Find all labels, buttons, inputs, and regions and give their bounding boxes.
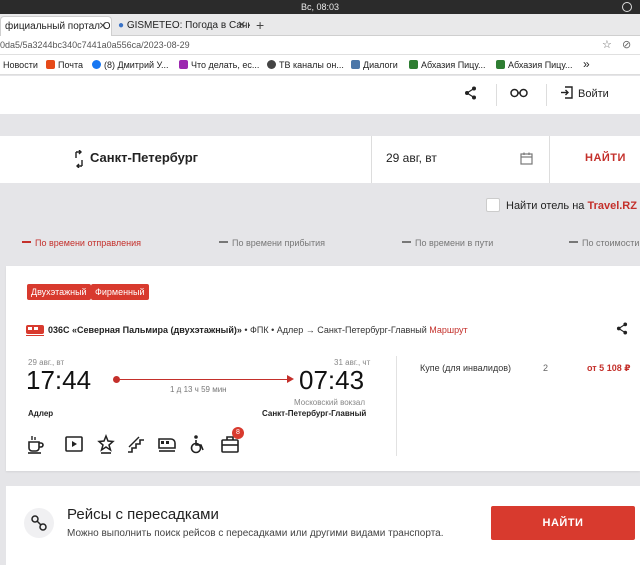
car-class[interactable]: Купе (для инвалидов) — [420, 363, 511, 373]
video-play-icon[interactable] — [64, 434, 84, 454]
divider — [546, 84, 547, 106]
transfers-subtitle: Можно выполнить поиск рейсов с пересадка… — [67, 528, 444, 539]
search-find-button[interactable]: НАЙТИ — [585, 152, 626, 164]
facebook-icon — [92, 60, 101, 69]
train-operator-route: • ФПК • Адлер → Санкт-Петербург-Главный — [241, 325, 430, 335]
badge-double-deck: Двухэтажный — [27, 284, 91, 300]
star-icon[interactable]: ☆ — [602, 36, 612, 55]
sort-by-arrival[interactable]: По времени прибытия — [219, 238, 325, 248]
bookmark-item[interactable]: (8) Дмитрий У... — [92, 55, 169, 75]
sort-indicator-icon — [569, 241, 578, 243]
bookmark-item[interactable]: Абхазия Пицу... — [409, 55, 485, 75]
sort-indicator-icon — [219, 241, 228, 243]
bookmark-item[interactable]: Что делать, ес... — [179, 55, 259, 75]
swap-icon[interactable] — [73, 149, 85, 173]
journey-timeline — [113, 375, 294, 383]
from-city-field[interactable]: Санкт-Петербург — [90, 150, 198, 165]
new-tab-button[interactable]: + — [256, 16, 264, 34]
site-header: Войти — [0, 76, 640, 114]
vk-icon — [351, 60, 360, 69]
login-icon — [560, 86, 573, 102]
browser-tab-gismeteo[interactable]: ● GISMETEO: Погода в Санк ✕ — [114, 16, 250, 36]
sort-indicator-icon — [22, 241, 31, 243]
browser-tab-bar: фициальный портал О ✕ ● GISMETEO: Погода… — [0, 14, 640, 36]
train-info-line: 036С «Северная Пальмира (двухэтажный)» •… — [26, 324, 468, 338]
extensions-icon[interactable]: ⊘ — [622, 36, 631, 55]
tv-icon — [267, 60, 276, 69]
departure-city: Адлер — [28, 409, 54, 418]
train-icon — [26, 324, 44, 338]
train-card: Двухэтажный Фирменный 036С «Северная Пал… — [6, 266, 640, 471]
browser-tab-rzd[interactable]: фициальный портал О ✕ — [0, 16, 112, 36]
route-link[interactable]: Маршрут — [429, 325, 467, 335]
system-top-bar: Вс, 08:03 — [0, 0, 640, 14]
bookmark-item[interactable]: Диалоги — [351, 55, 398, 75]
mail-icon — [46, 60, 55, 69]
divider — [396, 356, 397, 456]
droplet-icon: ● — [118, 20, 125, 31]
sort-bar: По времени отправления По времени прибыт… — [0, 238, 640, 252]
badge-branded: Фирменный — [91, 284, 149, 300]
hotel-label: Найти отель на — [506, 200, 585, 212]
address-bar[interactable]: 0da5/5a3244bc340c7441a0a556ca/2023-08-29… — [0, 36, 640, 55]
notification-count: 8 — [232, 427, 244, 439]
price-link[interactable]: от 5 108 ₽ — [587, 363, 630, 374]
arrow-right-icon — [287, 375, 294, 383]
divider — [549, 136, 550, 183]
search-form: Санкт-Петербург 29 авг, вт НАЙТИ — [0, 136, 640, 183]
arrival-city: Санкт-Петербург-Главный — [262, 409, 367, 418]
tab-label: фициальный портал О — [5, 21, 111, 32]
departure-time: 17:44 — [26, 365, 92, 395]
bookmarks-bar: Новости Почта (8) Дмитрий У... Что делат… — [0, 55, 640, 75]
close-icon[interactable]: ✕ — [99, 17, 107, 36]
arrival-time: 07:43 — [299, 365, 365, 395]
transfers-find-button[interactable]: НАЙТИ — [491, 506, 635, 540]
sort-by-departure[interactable]: По времени отправления — [22, 238, 141, 248]
transfers-title: Рейсы с пересадками — [67, 506, 219, 523]
bookmark-item[interactable]: Абхазия Пицу... — [496, 55, 572, 75]
seats-available: 2 — [543, 363, 549, 373]
share-icon[interactable] — [464, 86, 477, 103]
bookmark-item[interactable]: ТВ каналы он... — [267, 55, 344, 75]
route-transfer-icon — [24, 508, 54, 538]
sort-by-travel-time[interactable]: По времени в пути — [402, 238, 493, 248]
train-car-icon[interactable] — [157, 434, 177, 454]
system-clock: Вс, 08:03 — [300, 2, 340, 12]
login-button[interactable]: Войти — [560, 86, 609, 102]
star-award-icon[interactable] — [96, 433, 116, 454]
timeline-start-dot — [113, 376, 120, 383]
divider — [496, 84, 497, 106]
site-icon — [179, 60, 188, 69]
stairs-icon[interactable] — [126, 434, 146, 454]
transfers-block: Рейсы с пересадками Можно выполнить поис… — [6, 486, 640, 565]
bookmark-item[interactable]: Почта — [46, 55, 83, 75]
tab-label: GISMETEO: Погода в Санк — [126, 20, 250, 31]
food-cup-icon[interactable] — [26, 434, 46, 454]
share-icon[interactable] — [616, 322, 628, 338]
arrival-station: Московский вокзал — [294, 398, 366, 407]
date-field[interactable]: 29 авг, вт — [386, 151, 437, 165]
close-icon[interactable]: ✕ — [238, 16, 246, 36]
calendar-icon[interactable] — [520, 152, 533, 170]
hotel-checkbox[interactable] — [486, 198, 500, 212]
sort-by-price[interactable]: По стоимости — [569, 238, 639, 248]
sort-indicator-icon — [402, 241, 411, 243]
site-icon — [409, 60, 418, 69]
wheelchair-icon[interactable] — [188, 434, 208, 454]
site-icon — [496, 60, 505, 69]
bookmark-item[interactable]: Новости — [3, 55, 38, 75]
login-label: Войти — [578, 88, 609, 100]
power-icon[interactable] — [622, 2, 632, 12]
more-bookmarks-icon[interactable]: » — [583, 55, 590, 73]
travel-brand-link[interactable]: Travel.RZ — [587, 200, 637, 212]
hotel-option[interactable]: Найти отель на Travel.RZ — [486, 198, 637, 212]
divider — [371, 136, 372, 183]
travel-duration: 1 д 13 ч 59 мин — [170, 385, 227, 394]
url-text: 0da5/5a3244bc340c7441a0a556ca/2023-08-29 — [0, 40, 190, 50]
accessibility-glasses-icon[interactable] — [510, 88, 528, 101]
train-number-name: 036С «Северная Пальмира (двухэтажный)» — [48, 325, 242, 335]
luggage-icon[interactable]: 8 — [220, 427, 244, 454]
